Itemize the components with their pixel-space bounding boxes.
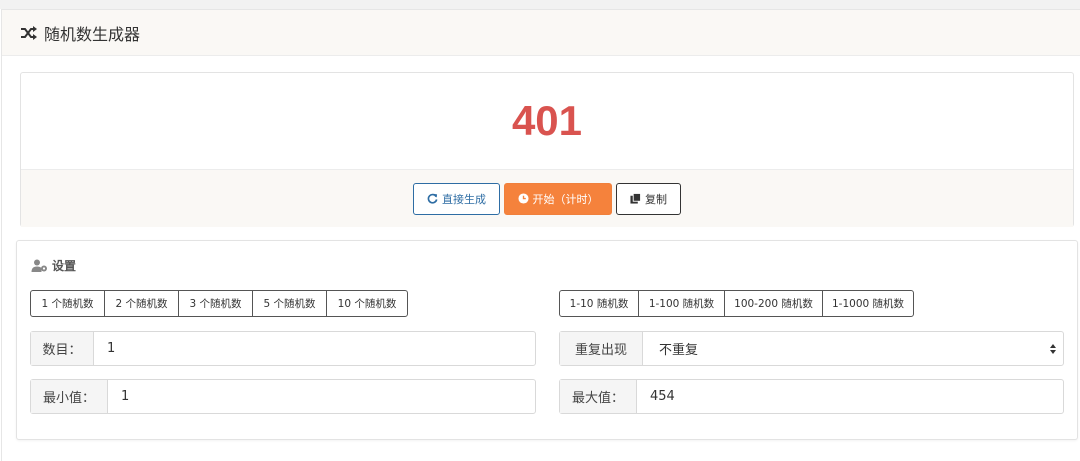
copy-button[interactable]: 复制 <box>616 182 681 215</box>
preset-range-1-10[interactable]: 1-10 随机数 <box>559 290 639 317</box>
repeat-label: 重复出现 <box>560 332 643 365</box>
start-timer-button[interactable]: 开始（计时） <box>504 182 612 215</box>
select-caret-icon[interactable] <box>1043 332 1063 365</box>
settings-title: 设置 <box>52 259 77 273</box>
max-label: 最大值： <box>560 380 637 413</box>
settings-heading: 设置 <box>31 257 76 274</box>
start-timer-label: 开始（计时） <box>532 192 599 206</box>
preset-count-10[interactable]: 10 个随机数 <box>326 290 408 317</box>
range-preset-group: 1-10 随机数 1-100 随机数 100-200 随机数 1-1000 随机… <box>559 290 914 317</box>
count-label: 数目： <box>31 332 94 365</box>
repeat-field: 重复出现 不重复 <box>559 331 1064 366</box>
count-field: 数目： 1 <box>30 331 536 366</box>
preset-count-5[interactable]: 5 个随机数 <box>252 290 327 317</box>
preset-count-1[interactable]: 1 个随机数 <box>30 290 105 317</box>
copy-icon <box>630 193 641 204</box>
preset-count-2[interactable]: 2 个随机数 <box>104 290 179 317</box>
count-preset-group: 1 个随机数 2 个随机数 3 个随机数 5 个随机数 10 个随机数 <box>30 290 408 317</box>
generate-button[interactable]: 直接生成 <box>413 182 500 215</box>
panel-header: 随机数生成器 <box>2 10 1080 56</box>
page-title: 随机数生成器 <box>44 24 141 44</box>
count-input[interactable]: 1 <box>94 332 535 365</box>
min-field: 最小值： 1 <box>30 379 536 414</box>
min-input[interactable]: 1 <box>108 380 535 413</box>
max-input[interactable]: 454 <box>637 380 1063 413</box>
action-bar: 直接生成 开始（计时） 复制 <box>21 169 1073 227</box>
clock-icon <box>517 193 529 204</box>
refresh-icon <box>427 193 438 204</box>
copy-label: 复制 <box>645 192 667 206</box>
preset-count-3[interactable]: 3 个随机数 <box>178 290 253 317</box>
result-number: 401 <box>511 97 583 144</box>
shuffle-icon <box>20 25 38 40</box>
result-box: 401 直接生成 开始（计时） 复制 <box>20 72 1074 227</box>
settings-panel: 设置 1 个随机数 2 个随机数 3 个随机数 5 个随机数 10 个随机数 1… <box>16 240 1078 440</box>
top-strip <box>0 0 1080 9</box>
preset-range-100-200[interactable]: 100-200 随机数 <box>724 290 823 317</box>
preset-range-1-100[interactable]: 1-100 随机数 <box>638 290 725 317</box>
user-settings-icon <box>31 259 47 272</box>
max-field: 最大值： 454 <box>559 379 1064 414</box>
generate-label: 直接生成 <box>442 192 486 206</box>
min-label: 最小值： <box>31 380 108 413</box>
repeat-select[interactable]: 不重复 <box>643 332 1043 365</box>
preset-range-1-1000[interactable]: 1-1000 随机数 <box>822 290 914 317</box>
